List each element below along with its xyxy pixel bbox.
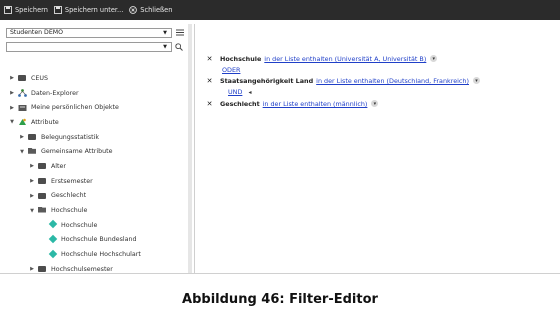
tree-item-label: Hochschule <box>61 221 98 229</box>
operator-link[interactable]: UND <box>228 88 242 96</box>
operator-and: UND ◂ <box>228 88 251 96</box>
tree-item[interactable]: Hochschule Hochschulart <box>6 247 187 262</box>
chevron-down-icon[interactable]: ▼ <box>8 119 16 125</box>
folder-open-icon <box>38 206 47 215</box>
condition-link[interactable]: in der Liste enthalten (männlich) <box>263 100 368 108</box>
operator-link[interactable]: ODER <box>222 66 240 74</box>
project-selector[interactable]: Studenten DEMO ▼ <box>6 28 172 38</box>
tree-item[interactable]: ▼ Gemeinsame Attribute <box>6 144 187 159</box>
tree-item-label: Hochschulsemester <box>51 265 113 273</box>
tree-item[interactable]: ▼ Hochschule <box>6 203 187 218</box>
attribute-form-icon <box>48 234 58 244</box>
filter-condition: ✕ Hochschule in der Liste enthalten (Uni… <box>205 54 438 63</box>
condition-link[interactable]: in der Liste enthalten (Universität A, U… <box>264 55 426 63</box>
tree-item[interactable]: ▶ Erstsemester <box>6 174 187 189</box>
tree-item-label: Attribute <box>31 118 59 126</box>
project-selector-value: Studenten DEMO <box>10 29 63 36</box>
tree-item[interactable]: ▶ Belegungsstatistik <box>6 130 187 145</box>
tree-item-label: Hochschule <box>51 207 88 215</box>
condition-menu-icon[interactable]: ▾ <box>371 100 379 107</box>
save-button[interactable]: Speichern <box>4 6 48 14</box>
save-label: Speichern <box>15 6 48 14</box>
search-input[interactable]: ▼ <box>6 42 172 52</box>
toolbar: Speichern Speichern unter... Schließen <box>0 0 560 20</box>
chevron-right-icon[interactable]: ▶ <box>8 75 16 81</box>
condition-field: Geschlecht <box>220 99 260 108</box>
chevron-right-icon[interactable]: ▶ <box>18 134 26 140</box>
filter-condition: ✕ Geschlecht in der Liste enthalten (män… <box>205 99 379 108</box>
tree-item[interactable]: Hochschule Bundesland <box>6 233 187 248</box>
chevron-right-icon[interactable]: ▶ <box>28 193 36 199</box>
chevron-down-icon[interactable]: ▼ <box>28 208 36 214</box>
tree-item[interactable]: ▼ Attribute <box>6 115 187 130</box>
remove-condition-icon[interactable]: ✕ <box>205 99 214 108</box>
folder-icon <box>28 133 37 141</box>
tree-item-label: Belegungsstatistik <box>41 133 100 141</box>
folder-open-icon <box>28 147 37 156</box>
filter-condition: ✕ Staatsangehörigkeit Land in der Liste … <box>205 76 480 85</box>
chevron-down-icon: ▼ <box>163 30 167 36</box>
tree-item[interactable]: ▶ Hochschulsemester <box>6 262 187 273</box>
operator-or: ODER <box>222 66 240 74</box>
remove-condition-icon[interactable]: ✕ <box>205 76 214 85</box>
chevron-down-icon[interactable]: ▼ <box>18 149 26 155</box>
tree-item[interactable]: ▶ Geschlecht <box>6 189 187 204</box>
folder-icon <box>38 192 47 200</box>
condition-menu-icon[interactable]: ▾ <box>430 55 438 62</box>
save-as-label: Speichern unter... <box>64 6 124 14</box>
tree-item-label: CEUS <box>31 74 48 82</box>
tree-item-label: Alter <box>51 162 66 170</box>
personal-objects-icon <box>18 104 27 112</box>
attribute-icon <box>18 118 27 126</box>
tree-item[interactable]: ▶ CEUS <box>6 71 187 86</box>
tree-item-label: Meine persönlichen Objekte <box>31 104 119 112</box>
tree-item[interactable]: Hochschule <box>6 218 187 233</box>
object-browser: Studenten DEMO ▼ ▼ ▶ CEUS ▶ Daten-Explorer ▶… <box>6 28 187 273</box>
save-as-icon <box>53 6 62 14</box>
search-dropdown-icon[interactable]: ▼ <box>163 43 167 51</box>
folder-icon <box>18 74 27 82</box>
tree-item-label: Gemeinsame Attribute <box>41 148 113 156</box>
remove-condition-icon[interactable]: ✕ <box>205 54 214 63</box>
attribute-form-icon <box>48 219 58 229</box>
panel-splitter[interactable] <box>188 24 192 274</box>
chevron-right-icon[interactable]: ▶ <box>28 178 36 184</box>
tree-item-label: Geschlecht <box>51 192 87 200</box>
folder-icon <box>38 265 47 273</box>
close-label: Schließen <box>140 6 173 14</box>
save-icon <box>4 6 12 14</box>
figure-caption: Abbildung 46: Filter-Editor <box>182 292 378 307</box>
close-icon <box>129 6 138 14</box>
arrow-left-icon[interactable]: ◂ <box>248 89 251 96</box>
chevron-right-icon[interactable]: ▶ <box>28 266 36 272</box>
tree-item-label: Erstsemester <box>51 177 93 185</box>
chevron-right-icon[interactable]: ▶ <box>8 105 16 111</box>
divider <box>0 273 560 274</box>
attribute-form-icon <box>48 249 58 259</box>
close-button[interactable]: Schließen <box>129 6 172 14</box>
hierarchy-icon <box>18 89 27 97</box>
tree-item-label: Daten-Explorer <box>31 89 79 97</box>
condition-field: Hochschule <box>220 54 262 63</box>
chevron-right-icon[interactable]: ▶ <box>28 163 36 169</box>
condition-menu-icon[interactable]: ▾ <box>472 77 480 84</box>
condition-link[interactable]: in der Liste enthalten (Deutschland, Fra… <box>316 77 469 85</box>
tree-item[interactable]: ▶ Daten-Explorer <box>6 86 187 101</box>
tree-item-label: Hochschule Bundesland <box>61 236 137 244</box>
search-icon[interactable] <box>175 43 183 51</box>
object-tree: ▶ CEUS ▶ Daten-Explorer ▶ Meine persönlichen … <box>6 71 187 273</box>
menu-icon[interactable] <box>176 29 184 36</box>
chevron-right-icon[interactable]: ▶ <box>8 90 16 96</box>
save-as-button[interactable]: Speichern unter... <box>53 6 124 14</box>
folder-icon <box>38 162 47 170</box>
filter-editor: ✕ Hochschule in der Liste enthalten (Uni… <box>194 24 560 274</box>
condition-field: Staatsangehörigkeit Land <box>220 76 314 85</box>
tree-item[interactable]: ▶ Alter <box>6 159 187 174</box>
tree-item-label: Hochschule Hochschulart <box>61 251 141 259</box>
tree-item[interactable]: ▶ Meine persönlichen Objekte <box>6 100 187 115</box>
folder-icon <box>38 177 47 185</box>
